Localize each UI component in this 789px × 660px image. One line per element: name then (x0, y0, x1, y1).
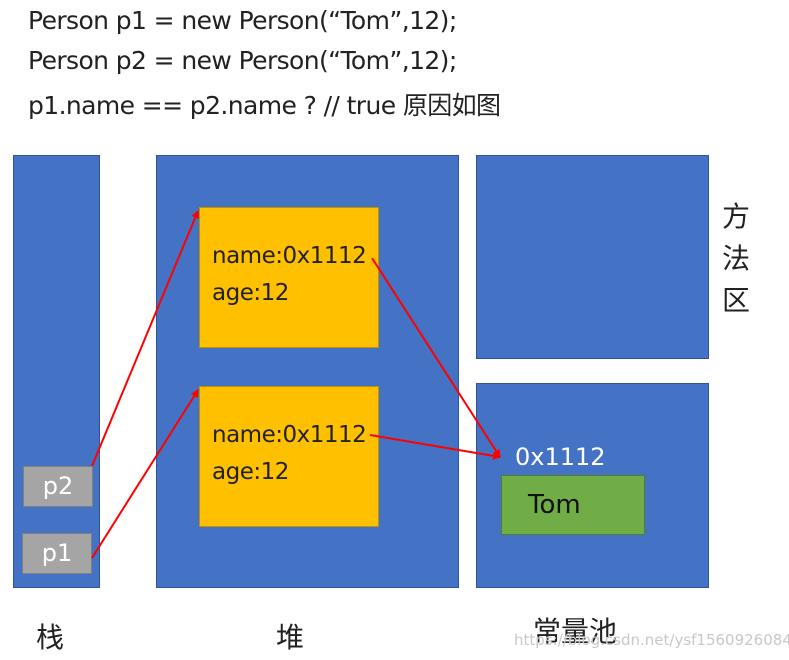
arrow-object-1-to-tom (371, 257, 501, 458)
arrow-p2-to-object-1 (91, 210, 200, 467)
arrow-object-2-to-tom (369, 434, 501, 460)
arrow-p1-to-object-2 (91, 389, 199, 559)
arrows-layer (91, 210, 501, 559)
